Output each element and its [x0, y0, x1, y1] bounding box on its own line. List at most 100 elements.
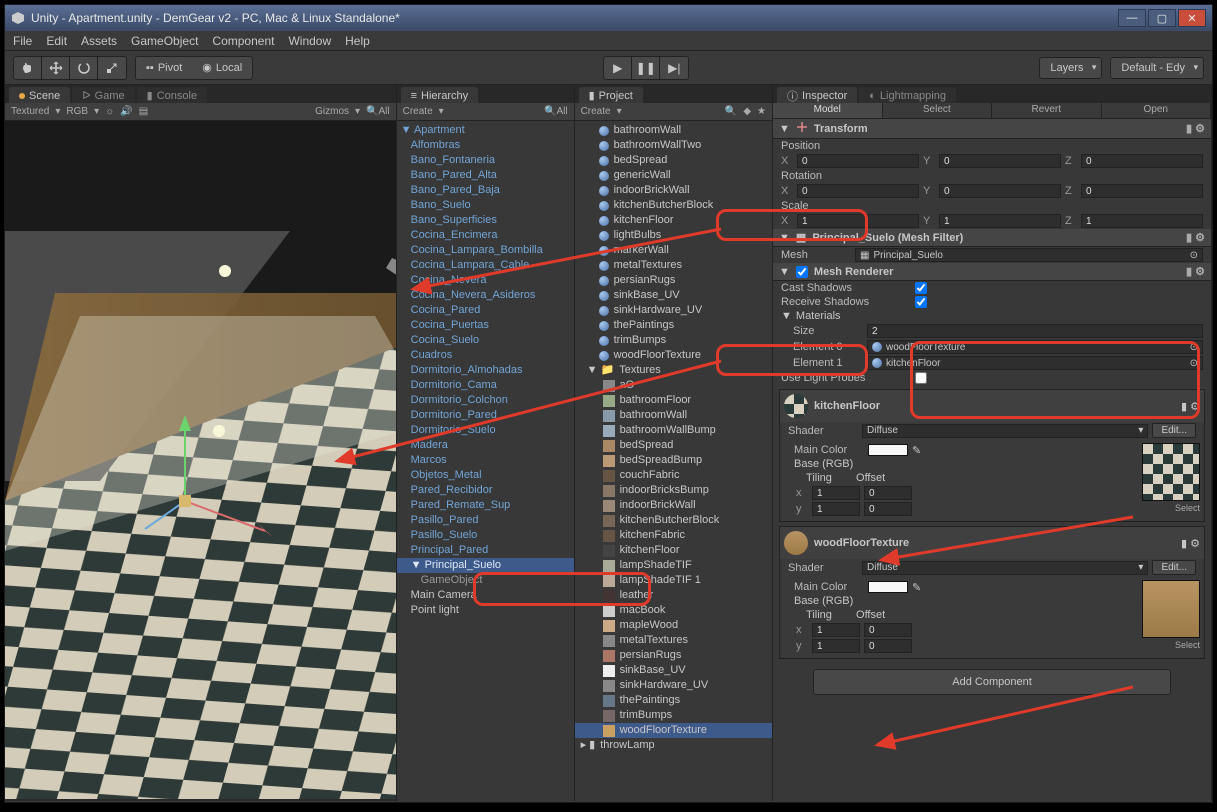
project-item[interactable]: mapleWood	[575, 618, 772, 633]
hierarchy-tree[interactable]: ▼ ApartmentAlfombrasBano_FontaneriaBano_…	[397, 121, 574, 801]
layout-dropdown[interactable]: Default - Edy	[1110, 57, 1204, 79]
hierarchy-root[interactable]: ▼ Apartment	[397, 123, 574, 138]
hierarchy-item[interactable]: Dormitorio_Cama	[397, 378, 574, 393]
project-item[interactable]: indoorBrickWall	[575, 498, 772, 513]
project-item[interactable]: kitchenButcherBlock	[575, 513, 772, 528]
hierarchy-search[interactable]: 🔍All	[544, 106, 568, 117]
hierarchy-item[interactable]: Objetos_Metal	[397, 468, 574, 483]
hierarchy-item[interactable]: GameObject	[397, 573, 574, 588]
titlebar[interactable]: Unity - Apartment.unity - DemGear v2 - P…	[5, 5, 1212, 31]
menu-help[interactable]: Help	[345, 34, 370, 48]
hierarchy-item[interactable]: Bano_Fontaneria	[397, 153, 574, 168]
element1-field[interactable]: kitchenFloor⊙	[867, 356, 1203, 370]
project-item[interactable]: sinkHardware_UV	[575, 678, 772, 693]
renderer-header[interactable]: ▼ Mesh Renderer▮ ⚙	[773, 263, 1211, 281]
color-swatch[interactable]	[868, 444, 908, 456]
texture-swatch[interactable]	[1142, 443, 1200, 501]
tab-scene[interactable]: Scene	[9, 87, 70, 103]
lightprobes-checkbox[interactable]	[915, 372, 927, 384]
hierarchy-item[interactable]: Bano_Superficies	[397, 213, 574, 228]
offset-x[interactable]	[864, 486, 912, 500]
hierarchy-item[interactable]: Cocina_Pared	[397, 303, 574, 318]
model-tab[interactable]: Model	[773, 103, 883, 118]
project-search[interactable]: 🔍	[725, 106, 737, 117]
hierarchy-item[interactable]: Dormitorio_Pared	[397, 408, 574, 423]
tab-project[interactable]: ▮ Project	[579, 87, 643, 103]
menu-edit[interactable]: Edit	[46, 34, 67, 48]
project-tree[interactable]: bathroomWallbathroomWallTwobedSpreadgene…	[575, 121, 772, 801]
pos-z-field[interactable]	[1081, 154, 1203, 168]
project-item[interactable]: couchFabric	[575, 468, 772, 483]
menu-component[interactable]: Component	[212, 34, 274, 48]
hierarchy-item[interactable]: Pared_Remate_Sup	[397, 498, 574, 513]
layers-dropdown[interactable]: Layers	[1039, 57, 1102, 79]
minimize-button[interactable]: —	[1118, 9, 1146, 27]
open-tab[interactable]: Open	[1102, 103, 1212, 118]
project-item[interactable]: aO	[575, 378, 772, 393]
project-item[interactable]: bedSpread	[575, 153, 772, 168]
rotate-tool-button[interactable]	[70, 57, 98, 79]
rot-z-field[interactable]	[1081, 184, 1203, 198]
scl-z-field[interactable]	[1081, 214, 1203, 228]
rot-y-field[interactable]	[939, 184, 1061, 198]
castshadows-checkbox[interactable]	[915, 282, 927, 294]
edit-shader-button[interactable]: Edit...	[1152, 423, 1196, 438]
tiling-x[interactable]	[812, 486, 860, 500]
hierarchy-item[interactable]: Pasillo_Suelo	[397, 528, 574, 543]
hierarchy-item[interactable]: Bano_Suelo	[397, 198, 574, 213]
receiveshadows-checkbox[interactable]	[915, 296, 927, 308]
project-item[interactable]: metalTextures	[575, 258, 772, 273]
shader-dropdown[interactable]: Diffuse▾	[862, 561, 1148, 575]
scene-viewport[interactable]: y x ≡ Persp	[5, 121, 396, 801]
menu-file[interactable]: File	[13, 34, 32, 48]
add-component-button[interactable]: Add Component	[813, 669, 1171, 695]
project-item[interactable]: macBook	[575, 603, 772, 618]
project-item[interactable]: sinkBase_UV	[575, 288, 772, 303]
materials-size-field[interactable]	[867, 324, 1203, 338]
hierarchy-item[interactable]: Dormitorio_Colchon	[397, 393, 574, 408]
renderer-enabled-checkbox[interactable]	[796, 266, 808, 278]
rot-x-field[interactable]	[797, 184, 919, 198]
hierarchy-item[interactable]: Point light	[397, 603, 574, 618]
menu-assets[interactable]: Assets	[81, 34, 117, 48]
scene-audio-toggle[interactable]: 🔊	[120, 106, 132, 117]
step-button[interactable]: ▶|	[660, 57, 688, 79]
scale-tool-button[interactable]	[98, 57, 126, 79]
tab-game[interactable]: ᐅGame	[72, 87, 134, 103]
project-item[interactable]: thePaintings	[575, 318, 772, 333]
scene-fx-toggle[interactable]: ▤	[139, 106, 148, 117]
project-item[interactable]: trimBumps	[575, 708, 772, 723]
project-create-dropdown[interactable]: Create	[581, 106, 611, 117]
gear-icon[interactable]: ▮ ⚙	[1181, 400, 1200, 413]
play-button[interactable]: ▶	[604, 57, 632, 79]
hierarchy-item[interactable]: ▼ Principal_Suelo	[397, 558, 574, 573]
project-item[interactable]: lightBulbs	[575, 228, 772, 243]
project-item[interactable]: persianRugs	[575, 648, 772, 663]
tab-lightmapping[interactable]: ◐ Lightmapping	[859, 87, 956, 103]
tiling-y[interactable]	[812, 502, 860, 516]
hierarchy-item[interactable]: Dormitorio_Almohadas	[397, 363, 574, 378]
revert-tab[interactable]: Revert	[992, 103, 1102, 118]
hierarchy-item[interactable]: Cocina_Nevera_Asideros	[397, 288, 574, 303]
project-item[interactable]: genericWall	[575, 168, 772, 183]
project-filter-icon[interactable]: ◆	[743, 106, 751, 117]
project-item[interactable]: trimBumps	[575, 333, 772, 348]
project-item[interactable]: bedSpread	[575, 438, 772, 453]
project-item[interactable]: kitchenButcherBlock	[575, 198, 772, 213]
project-item[interactable]: sinkBase_UV	[575, 663, 772, 678]
project-item[interactable]: metalTextures	[575, 633, 772, 648]
element0-field[interactable]: woodFloorTexture⊙	[867, 340, 1203, 354]
eyedropper-icon[interactable]: ✎	[912, 581, 924, 593]
project-item[interactable]: leather	[575, 588, 772, 603]
tiling-y[interactable]	[812, 639, 860, 653]
hierarchy-item[interactable]: Cocina_Suelo	[397, 333, 574, 348]
maximize-button[interactable]: ▢	[1148, 9, 1176, 27]
mesh-field[interactable]: ▦Principal_Suelo⊙	[855, 248, 1203, 262]
pos-x-field[interactable]	[797, 154, 919, 168]
gear-icon[interactable]: ▮ ⚙	[1186, 265, 1205, 278]
hierarchy-item[interactable]: Pared_Recibidor	[397, 483, 574, 498]
project-item[interactable]: woodFloorTexture	[575, 723, 772, 738]
project-item[interactable]: ▸ ▮ throwLamp	[575, 738, 772, 753]
menu-window[interactable]: Window	[288, 34, 331, 48]
project-item[interactable]: kitchenFloor	[575, 543, 772, 558]
